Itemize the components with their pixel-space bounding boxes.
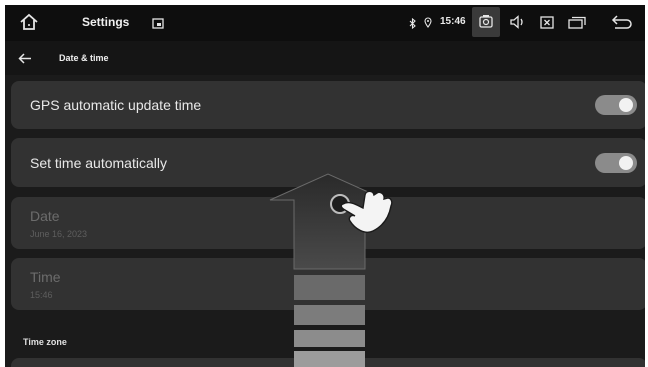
bluetooth-icon	[408, 17, 416, 29]
time-zone-row[interactable]	[11, 358, 645, 367]
time-label: Time	[30, 269, 61, 285]
location-icon	[423, 16, 432, 29]
status-bar: Settings 15:46	[5, 5, 645, 41]
page-title: Settings	[82, 15, 130, 29]
toggle-knob	[619, 156, 633, 170]
gps-update-toggle[interactable]	[595, 95, 637, 115]
time-row: Time 15:46	[11, 258, 645, 310]
close-box-icon[interactable]	[539, 14, 555, 30]
auto-time-row[interactable]: Set time automatically	[11, 138, 645, 187]
time-value: 15:46	[30, 290, 53, 300]
subpage-title: Date & time	[59, 53, 109, 63]
time-zone-header: Time zone	[23, 337, 67, 347]
gps-update-label: GPS automatic update time	[30, 97, 202, 113]
gps-update-row[interactable]: GPS automatic update time	[11, 81, 645, 129]
home-icon[interactable]	[17, 11, 41, 33]
camera-icon	[479, 15, 493, 28]
back-return-icon[interactable]	[609, 13, 635, 31]
camera-button[interactable]	[472, 7, 500, 37]
settings-screen: Settings 15:46 Date & time GPS automatic…	[5, 5, 645, 367]
date-row: Date June 16, 2023	[11, 197, 645, 249]
date-value: June 16, 2023	[30, 229, 88, 239]
arrow-left-icon[interactable]	[17, 52, 33, 64]
toggle-knob	[619, 98, 633, 112]
status-clock: 15:46	[440, 16, 466, 27]
window-icon[interactable]	[151, 16, 165, 30]
auto-time-label: Set time automatically	[30, 155, 167, 171]
date-label: Date	[30, 208, 60, 224]
recents-icon[interactable]	[567, 14, 587, 30]
auto-time-toggle[interactable]	[595, 153, 637, 173]
volume-icon[interactable]	[509, 14, 527, 30]
